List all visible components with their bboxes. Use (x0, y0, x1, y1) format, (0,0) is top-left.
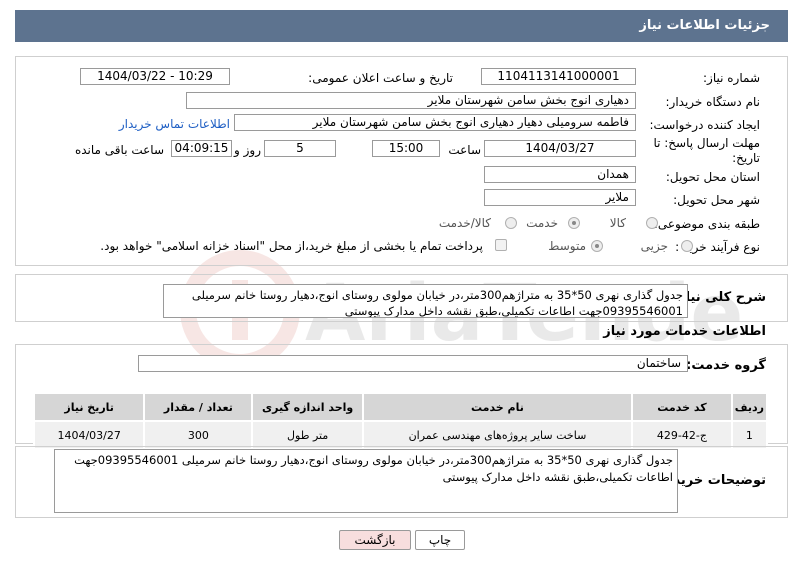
col-unit: واحد اندازه گیری (251, 392, 364, 422)
process-option-medium: متوسط (548, 239, 586, 253)
buyer-notes-text: جدول گذاری نهری 50*35 به متراژهم300متر،د… (54, 449, 678, 513)
city-field: ملایر (484, 189, 636, 206)
page-header: جزئیات اطلاعات نیاز (15, 10, 788, 42)
days-field: 5 (264, 140, 336, 157)
remaining-time-field: 04:09:15 (171, 140, 232, 157)
deadline-label: مهلت ارسال پاسخ: تا (653, 136, 760, 150)
cell-service-code: ج-42-429 (631, 420, 733, 450)
contact-info-link[interactable]: اطلاعات تماس خریدار (119, 117, 230, 131)
city-label: شهر محل تحویل: (673, 193, 760, 207)
col-quantity: تعداد / مقدار (143, 392, 254, 422)
need-number-field: 1104113141000001 (481, 68, 636, 85)
deadline-time-field: 15:00 (372, 140, 440, 157)
province-field: همدان (484, 166, 636, 183)
print-button[interactable]: چاپ (415, 530, 465, 550)
deadline-label-date: تاریخ: (732, 151, 760, 165)
treasury-payment-checkbox[interactable] (495, 239, 507, 251)
page-title: جزئیات اطلاعات نیاز (639, 18, 770, 33)
service-group-field: ساختمان (138, 355, 688, 372)
announce-field: 1404/03/22 - 10:29 (80, 68, 230, 85)
need-number-label: شماره نیاز: (703, 71, 760, 85)
cell-row: 1 (730, 420, 769, 450)
cell-need-date: 1404/03/27 (32, 420, 146, 450)
remaining-time-label: ساعت باقی مانده (74, 143, 164, 157)
days-label: روز و (234, 143, 261, 157)
col-row: ردیف (730, 392, 769, 422)
category-radio-service[interactable] (568, 217, 580, 229)
services-table-header: ردیف کد خدمت نام خدمت واحد اندازه گیری ت… (32, 392, 769, 422)
deadline-date-field: 1404/03/27 (484, 140, 636, 157)
process-radio-medium[interactable] (591, 240, 603, 252)
col-need-date: تاریخ نیاز (32, 392, 146, 422)
process-radio-minor[interactable] (681, 240, 693, 252)
announce-label: تاریخ و ساعت اعلان عمومی: (308, 71, 453, 85)
col-service-name: نام خدمت (361, 392, 634, 422)
province-label: استان محل تحویل: (665, 170, 760, 184)
col-service-code: کد خدمت (631, 392, 733, 422)
treasury-payment-note: پرداخت تمام یا بخشی از مبلغ خرید،از محل … (100, 239, 483, 253)
cell-unit: متر طول (251, 420, 364, 450)
category-option-goods-service: کالا/خدمت (438, 216, 491, 230)
creator-label: ایجاد کننده درخواست: (649, 118, 760, 132)
deadline-time-label: ساعت (448, 143, 481, 157)
summary-text: جدول گذاری نهری 50*35 به متراژهم300متر،د… (163, 284, 688, 318)
cell-quantity: 300 (143, 420, 254, 450)
service-group-label: گروه خدمت: (686, 358, 766, 373)
back-button[interactable]: بازگشت (339, 530, 411, 550)
buyer-org-label: نام دستگاه خریدار: (665, 95, 761, 109)
category-radio-goods-service[interactable] (505, 217, 517, 229)
category-option-goods: کالا (609, 216, 626, 230)
category-option-service: خدمت (526, 216, 558, 230)
creator-field: فاطمه سرومیلی دهیار دهیاری انوج بخش سامن… (234, 114, 636, 131)
services-table: ردیف کد خدمت نام خدمت واحد اندازه گیری ت… (32, 392, 769, 450)
table-row: 1 ج-42-429 ساخت سایر پروژه‌های مهندسی عم… (32, 420, 769, 450)
info-panel (15, 56, 788, 266)
buyer-org-field: دهیاری انوج بخش سامن شهرستان ملایر (186, 92, 636, 109)
category-label: طبقه بندی موضوعی: (653, 217, 760, 231)
category-radio-goods[interactable] (646, 217, 658, 229)
cell-service-name: ساخت سایر پروژه‌های مهندسی عمران (361, 420, 634, 450)
process-option-minor: جزیی (640, 239, 668, 253)
services-section-title: اطلاعات خدمات مورد نیاز (603, 324, 766, 339)
